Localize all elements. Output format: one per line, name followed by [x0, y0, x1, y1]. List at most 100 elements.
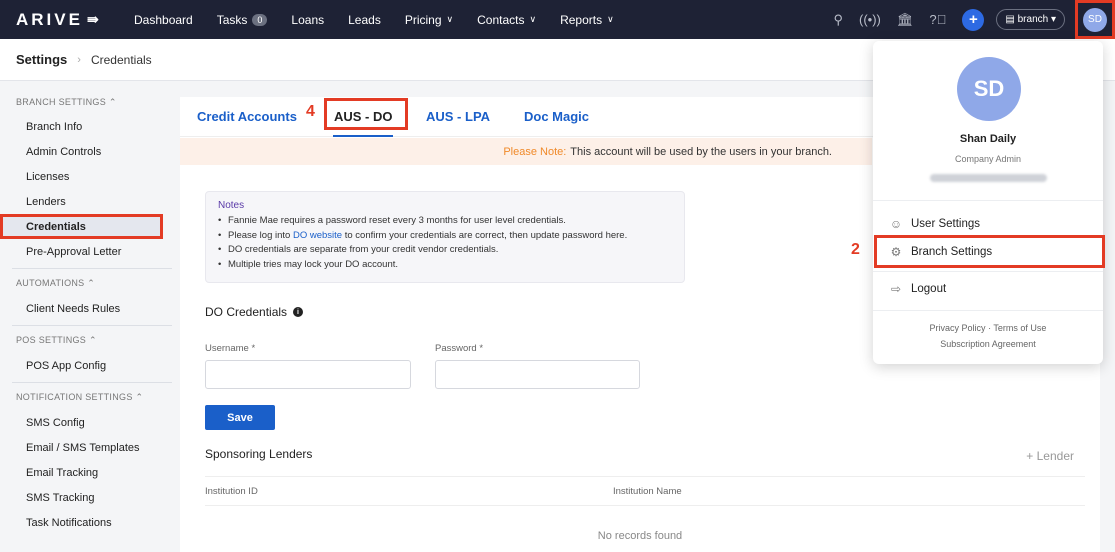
user-menu-dropdown: SD Shan Daily Company Admin ☺ User Setti… — [873, 41, 1105, 364]
password-field[interactable] — [435, 360, 640, 389]
sidebar-item-email-sms-templates[interactable]: Email / SMS Templates — [0, 435, 180, 460]
info-icon[interactable]: i — [293, 307, 304, 317]
section-pos-settings[interactable]: POS SETTINGS ⌃ — [0, 332, 180, 348]
section-branch-settings[interactable]: BRANCH SETTINGS ⌃ — [0, 94, 180, 110]
save-button[interactable]: Save — [205, 405, 275, 430]
tab-credit-accounts[interactable]: Credit Accounts — [197, 109, 297, 124]
notes-box: Notes Fannie Mae requires a password res… — [205, 191, 685, 283]
section-title: NOTIFICATION SETTINGS — [16, 392, 133, 402]
tasks-count-badge: 0 — [252, 13, 268, 26]
sidebar-item-pre-approval-letter[interactable]: Pre-Approval Letter — [0, 239, 180, 264]
caret-down-icon: ▾ — [1050, 14, 1056, 25]
sidebar-item-admin-controls[interactable]: Admin Controls — [0, 139, 180, 164]
sidebar-item-client-needs-rules[interactable]: Client Needs Rules — [0, 296, 180, 321]
do-website-link[interactable]: DO website — [293, 230, 342, 241]
username-label: Username * — [205, 343, 256, 354]
nav-loans[interactable]: Loans — [291, 13, 324, 27]
logo-text: ARIVE — [16, 9, 83, 29]
branch-settings-highlight-box — [874, 235, 1105, 268]
active-tab-indicator — [333, 135, 393, 137]
chevron-up-icon: ⌃ — [88, 334, 97, 345]
sidebar-item-credentials[interactable]: Credentials — [0, 214, 163, 239]
note-label: Please Note: — [503, 145, 567, 158]
chevron-up-icon: ⌃ — [135, 391, 144, 402]
user-email-redacted — [930, 174, 1047, 182]
tab-aus-lpa[interactable]: AUS - LPA — [426, 109, 490, 124]
section-title: AUTOMATIONS — [16, 278, 85, 288]
chevron-down-icon: ∨ — [446, 14, 454, 24]
nav-pricing[interactable]: Pricing ∨ — [405, 13, 453, 27]
empty-state: No records found — [597, 530, 683, 542]
sidebar-item-licenses[interactable]: Licenses — [0, 164, 180, 189]
sponsoring-lenders-title: Sponsoring Lenders — [205, 447, 313, 461]
annotation-4: 4 — [306, 103, 315, 120]
breadcrumb-credentials: Credentials — [90, 52, 152, 67]
menu-logout[interactable]: ⇨ Logout — [889, 282, 946, 296]
terms-of-use-link[interactable]: Terms of Use — [993, 323, 1046, 333]
divider — [12, 268, 172, 269]
divider — [12, 325, 172, 326]
sidebar-item-branch-info[interactable]: Branch Info — [0, 114, 180, 139]
menu-label: User Settings — [911, 218, 981, 230]
section-title: BRANCH SETTINGS — [16, 97, 107, 107]
avatar: SD — [957, 57, 1021, 121]
arive-logo[interactable]: ARIVE ⇛ — [16, 10, 116, 30]
note-banner: Please Note: This account will be used b… — [180, 138, 872, 165]
divider — [873, 200, 1103, 201]
footer-links-row: Privacy Policy · Terms of Use — [873, 323, 1103, 333]
menu-label: Logout — [911, 283, 947, 295]
user-gear-icon: ☺ — [889, 217, 903, 231]
sidebar-item-email-tracking[interactable]: Email Tracking — [0, 460, 180, 485]
do-credentials-label: DO Credentials — [205, 305, 288, 319]
help-icon[interactable]: ?⃝ — [929, 12, 946, 27]
note-item: DO credentials are separate from your cr… — [218, 243, 672, 258]
section-title: POS SETTINGS — [16, 335, 87, 345]
add-lender-button[interactable]: + Lender — [1026, 449, 1074, 463]
chevron-up-icon: ⌃ — [108, 96, 117, 107]
broadcast-icon[interactable]: ((•)) — [859, 12, 881, 27]
nav-right-tools: ⚲ ((•)) 🏛 ?⃝ + ▤ branch ▾ SD — [833, 0, 1115, 39]
nav-dashboard[interactable]: Dashboard — [134, 13, 193, 27]
tab-highlight-box — [324, 98, 408, 130]
logout-icon: ⇨ — [890, 282, 902, 296]
divider — [12, 382, 172, 383]
divider — [873, 310, 1103, 311]
lenders-table-header: Institution ID Institution Name — [205, 476, 1085, 506]
note-text: to confirm your credentials are correct,… — [342, 229, 628, 241]
bank-icon[interactable]: 🏛 — [897, 12, 914, 28]
col-institution-name[interactable]: Institution Name — [613, 486, 682, 497]
plus-icon[interactable]: + — [962, 8, 985, 31]
branch-selector[interactable]: ▤ branch ▾ — [996, 9, 1065, 30]
breadcrumb-settings[interactable]: Settings — [16, 52, 67, 67]
chevron-down-icon: ∨ — [529, 14, 537, 24]
password-label: Password * — [435, 343, 484, 354]
user-name: Shan Daily — [959, 133, 1017, 145]
tab-doc-magic[interactable]: Doc Magic — [524, 109, 589, 124]
nav-leads[interactable]: Leads — [348, 13, 381, 27]
nav-reports[interactable]: Reports ∨ — [560, 13, 614, 27]
sidebar-item-sms-config[interactable]: SMS Config — [0, 410, 180, 435]
subscription-agreement-link[interactable]: Subscription Agreement — [873, 339, 1103, 349]
menu-user-settings[interactable]: ☺ User Settings — [889, 217, 980, 231]
privacy-policy-link[interactable]: Privacy Policy — [930, 323, 986, 333]
divider — [873, 271, 1103, 272]
nav-tasks-label: Tasks — [216, 12, 248, 27]
user-avatar-button[interactable]: SD — [1083, 7, 1107, 32]
branch-label: branch — [1017, 14, 1049, 25]
section-notification-settings[interactable]: NOTIFICATION SETTINGS ⌃ — [0, 389, 180, 405]
sidebar-item-lenders[interactable]: Lenders — [0, 189, 180, 214]
chevron-up-icon: ⌃ — [87, 277, 96, 288]
col-institution-id[interactable]: Institution ID — [205, 486, 258, 497]
sidebar-item-pos-app-config[interactable]: POS App Config — [0, 353, 180, 378]
username-field[interactable] — [205, 360, 411, 389]
annotation-2: 2 — [851, 241, 860, 258]
nav-tasks[interactable]: Tasks 0 — [217, 13, 268, 27]
sidebar-item-sms-tracking[interactable]: SMS Tracking — [0, 485, 180, 510]
notes-title: Notes — [218, 200, 245, 211]
do-credentials-title: DO Credentials i — [205, 305, 304, 319]
nav-contacts[interactable]: Contacts ∨ — [477, 13, 536, 27]
nav-reports-label: Reports — [560, 12, 603, 27]
search-icon[interactable]: ⚲ — [833, 12, 843, 28]
section-automations[interactable]: AUTOMATIONS ⌃ — [0, 275, 180, 291]
sidebar-item-task-notifications[interactable]: Task Notifications — [0, 510, 180, 535]
